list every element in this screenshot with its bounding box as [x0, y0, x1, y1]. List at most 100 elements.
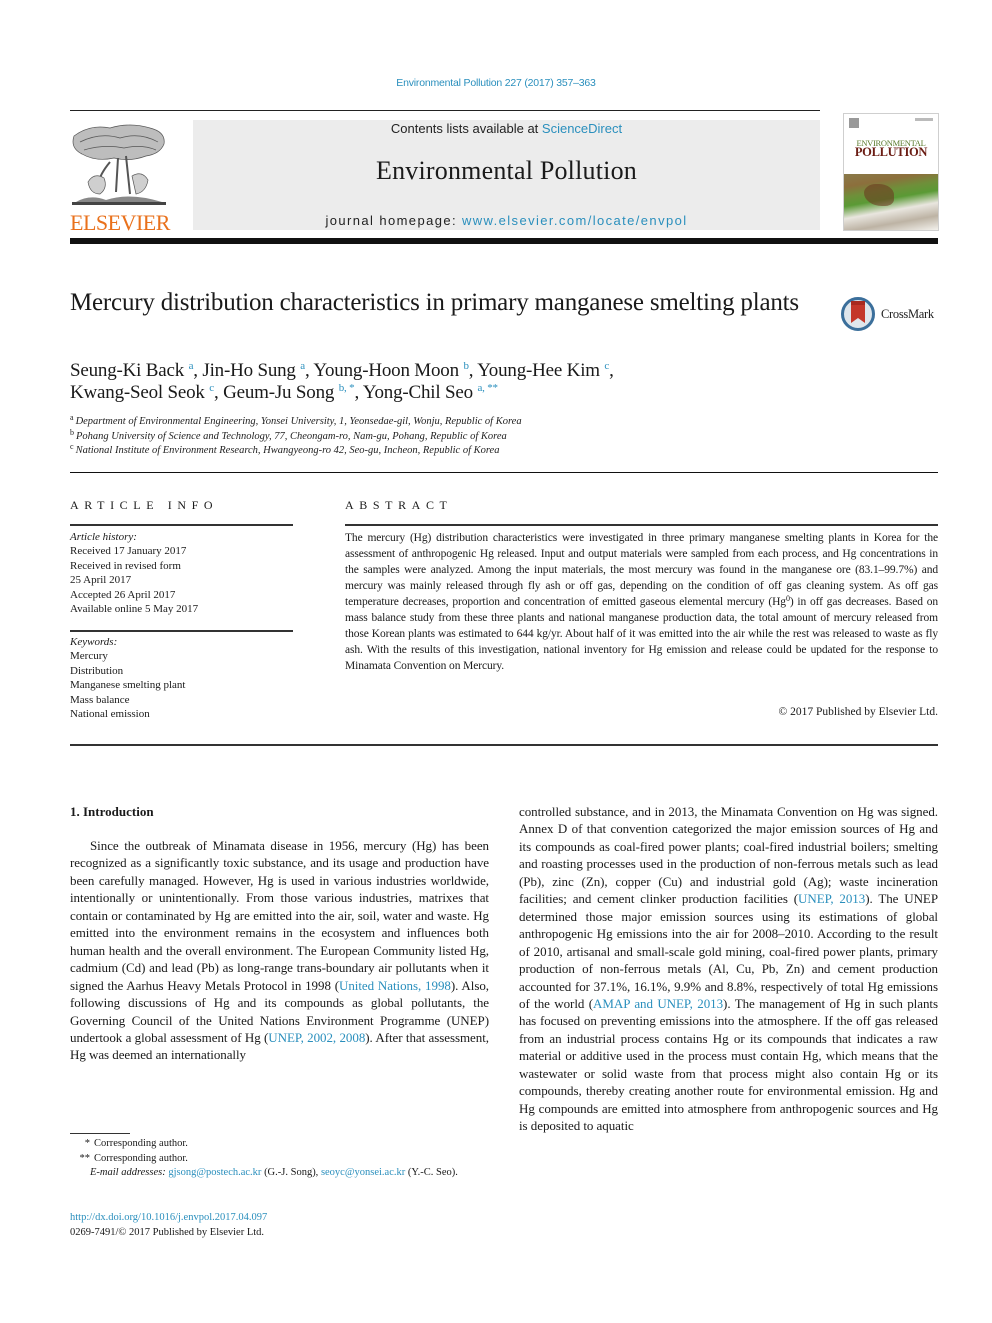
author-name: Young-Hoon Moon [313, 360, 459, 381]
affiliation-key: a [70, 413, 74, 422]
history-item: Available online 5 May 2017 [70, 603, 199, 616]
author-name: Geum-Ju Song [223, 382, 335, 403]
footnotes: * Corresponding author. ** Corresponding a… [70, 1137, 489, 1181]
author-name: Yong-Chil Seo [362, 382, 473, 403]
author-affil-mark[interactable]: b, * [339, 382, 355, 394]
cover-image [844, 174, 938, 230]
keywords-rule [70, 630, 293, 632]
history-item: 25 April 2017 [70, 574, 132, 587]
elsevier-wordmark: ELSEVIER [70, 210, 170, 235]
header-thick-rule [70, 238, 938, 244]
body-column-right: controlled substance, and in 2013, the M… [519, 803, 938, 1135]
email-link[interactable]: gjsong@postech.ac.kr [168, 1167, 261, 1178]
author[interactable]: Yong-Chil Seo a, ** [363, 382, 498, 403]
article-history-label: Article history: [70, 531, 137, 543]
keyword: Distribution [70, 664, 124, 677]
author-name: Kwang-Seol Seok [70, 382, 205, 403]
contents-prefix: Contents lists available at [390, 121, 542, 136]
doi-block: http://dx.doi.org/10.1016/j.envpol.2017.… [70, 1210, 267, 1240]
affiliation: a Department of Environmental Engineering… [70, 413, 930, 430]
email-label: E-mail addresses: [90, 1167, 166, 1178]
keyword: Mercury [70, 650, 108, 663]
journal-header-band: Contents lists available at ScienceDirec… [193, 120, 820, 230]
author[interactable]: Young-Hoon Moon b [313, 360, 469, 381]
journal-homepage-link[interactable]: www.elsevier.com/locate/envpol [462, 213, 688, 228]
article-history: Article history: Received 17 January 201… [70, 530, 300, 616]
author-list: Seung-Ki Back a, Jin-Ho Sung a, Young-Ho… [70, 360, 830, 404]
homepage-prefix: journal homepage: [325, 213, 462, 228]
keyword: National emission [70, 708, 150, 721]
footnote-text: Corresponding author. [94, 1138, 188, 1149]
author-separator: , [354, 382, 363, 403]
affiliation-key: c [70, 442, 74, 451]
elsevier-logo[interactable]: ELSEVIER [68, 120, 172, 235]
reference-link[interactable]: UNEP, 2002, 2008 [268, 1030, 365, 1045]
affiliation-text: National Institute of Environment Resear… [75, 445, 500, 456]
journal-citation[interactable]: Environmental Pollution 227 (2017) 357–3… [0, 77, 992, 89]
body-text: Since the outbreak of Minamata disease i… [70, 838, 489, 993]
author-separator: , [468, 360, 478, 381]
history-item: Accepted 26 April 2017 [70, 588, 176, 601]
sciencedirect-link[interactable]: ScienceDirect [542, 121, 622, 136]
affiliation-key: b [70, 427, 74, 437]
affiliation: b Pohang University of Science and Techno… [70, 427, 930, 445]
email-link[interactable]: seoyc@yonsei.ac.kr [321, 1167, 405, 1178]
footnote-text: Corresponding author. [94, 1152, 188, 1164]
footnote-mark: ** [79, 1152, 91, 1164]
author-separator: , [609, 360, 614, 381]
contents-line: Contents lists available at ScienceDirec… [193, 121, 820, 136]
keywords-label: Keywords: [70, 636, 118, 648]
abstract-rule [345, 524, 938, 526]
crossmark-button[interactable]: CrossMark [840, 296, 940, 334]
abstract-text: The mercury (Hg) distribution characteri… [345, 530, 938, 674]
keywords: Keywords: Mercury Distribution Manganese… [70, 635, 300, 721]
author[interactable]: Young-Hee Kim c [477, 360, 609, 381]
author-affil-mark[interactable]: a, ** [477, 382, 498, 394]
keyword: Manganese smelting plant [70, 679, 186, 692]
author-name: Seung-Ki Back [70, 360, 185, 381]
abstract-copyright: © 2017 Published by Elsevier Ltd. [778, 706, 938, 718]
author[interactable]: Geum-Ju Song b, * [223, 382, 355, 403]
author-name: Jin-Ho Sung [202, 360, 296, 381]
footnote-mark: * [84, 1138, 90, 1149]
affiliation-text: Department of Environmental Engineering,… [75, 416, 522, 427]
reference-link[interactable]: United Nations, 1998 [339, 978, 451, 993]
footnote-emails: E-mail addresses: gjsong@postech.ac.kr (… [70, 1166, 489, 1181]
author-name: Young-Hee Kim [477, 360, 600, 381]
author[interactable]: Kwang-Seol Seok c [70, 382, 214, 403]
doi-link[interactable]: http://dx.doi.org/10.1016/j.envpol.2017.… [70, 1212, 267, 1223]
affiliation-rule [70, 472, 938, 473]
elsevier-tree-icon [70, 122, 168, 210]
journal-name: Environmental Pollution [376, 156, 637, 185]
footnote-rule [70, 1133, 130, 1134]
history-item: Received in revised form [70, 559, 181, 572]
cover-issn-mark [915, 118, 933, 121]
journal-homepage-line: journal homepage: www.elsevier.com/locat… [193, 213, 820, 228]
journal-cover-thumbnail[interactable]: ENVIRONMENTAL POLLUTION [843, 113, 939, 231]
author[interactable]: Seung-Ki Back a [70, 360, 193, 381]
footnote-corresponding-2: ** Corresponding author. [70, 1152, 489, 1167]
affiliation-text: Pohang University of Science and Technol… [76, 430, 507, 442]
body-text: ). The UNEP determined those major emiss… [519, 891, 938, 1011]
article-info-rule [70, 524, 293, 526]
author-separator: , [213, 382, 224, 403]
keyword: Mass balance [70, 693, 130, 706]
crossmark-label: CrossMark [881, 307, 934, 321]
article-title: Mercury distribution characteristics in … [70, 289, 799, 316]
body-text: ). The management of Hg in such plants h… [519, 995, 938, 1134]
header-top-rule [70, 110, 820, 111]
crossmark-icon [841, 297, 875, 331]
footnote-corresponding-1: * Corresponding author. [70, 1137, 489, 1152]
abstract-heading: ABSTRACT [345, 498, 453, 512]
author[interactable]: Jin-Ho Sung a [202, 360, 305, 381]
email-owner: (G.-J. Song), [261, 1167, 321, 1178]
cover-title-line2: POLLUTION [854, 145, 928, 159]
email-owner: (Y.-C. Seo). [405, 1167, 458, 1178]
issn-copyright: 0269-7491/© 2017 Published by Elsevier L… [70, 1227, 265, 1238]
article-info-heading: ARTICLE INFO [70, 498, 219, 512]
affiliation: c National Institute of Environment Resea… [70, 442, 930, 459]
reference-link[interactable]: AMAP and UNEP, 2013 [593, 996, 723, 1011]
reference-link[interactable]: UNEP, 2013 [798, 891, 865, 906]
introduction-heading: 1. Introduction [70, 804, 154, 819]
cover-publisher-icon [849, 118, 859, 128]
